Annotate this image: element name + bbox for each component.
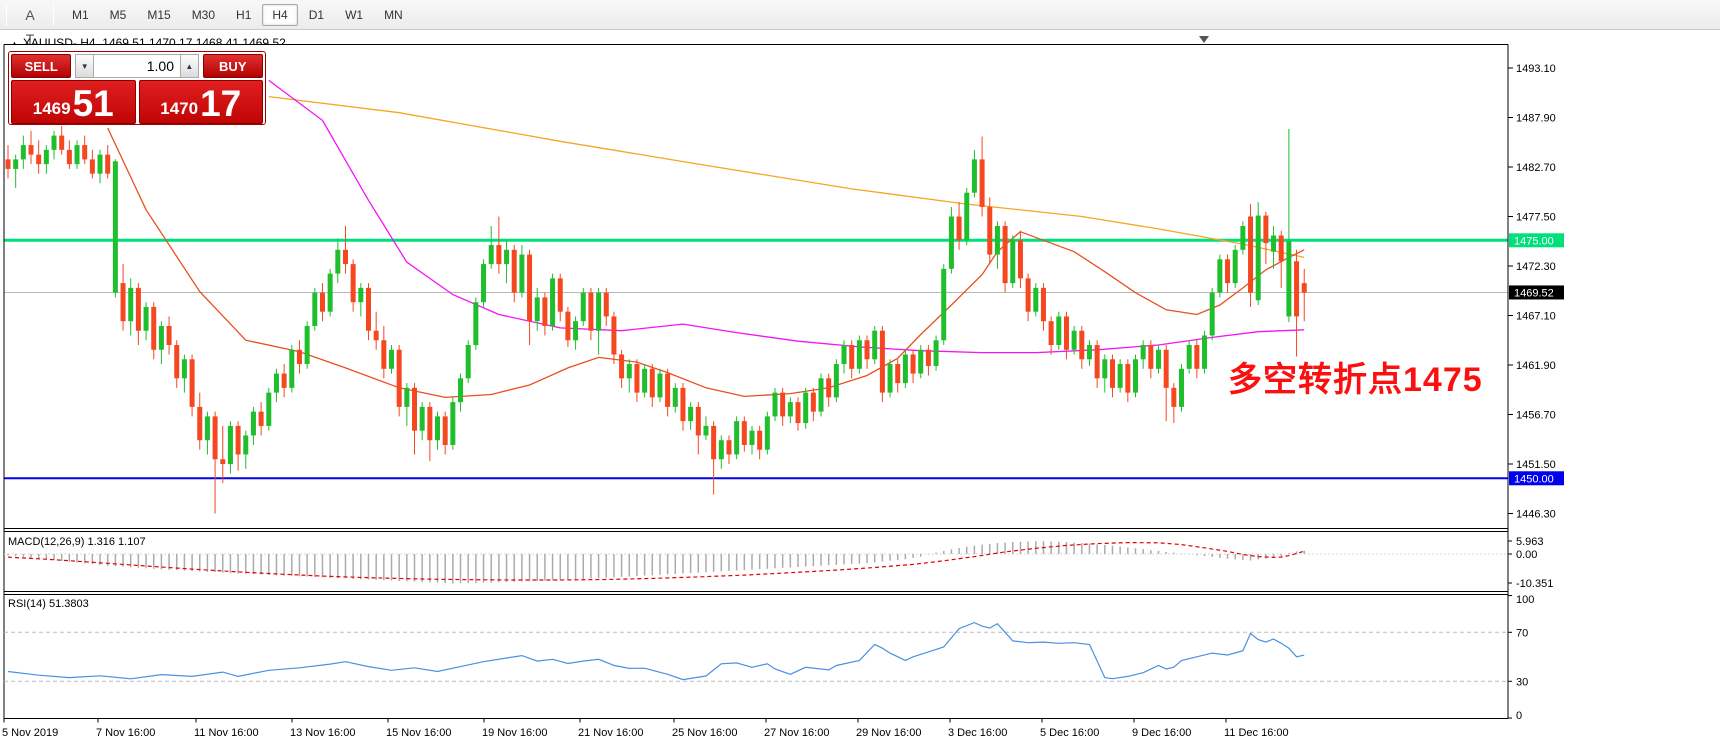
volume-down-button[interactable]: ▼ <box>75 54 94 78</box>
svg-text:1482.70: 1482.70 <box>1516 162 1556 174</box>
volume-up-button[interactable]: ▲ <box>180 54 199 78</box>
svg-text:1469.52: 1469.52 <box>1514 287 1554 299</box>
svg-text:1446.30: 1446.30 <box>1516 508 1556 520</box>
svg-text:13 Nov 16:00: 13 Nov 16:00 <box>290 727 355 739</box>
svg-text:1450.00: 1450.00 <box>1514 473 1554 485</box>
svg-text:-10.351: -10.351 <box>1516 578 1553 590</box>
svg-text:5.963: 5.963 <box>1516 536 1544 548</box>
svg-text:0.00: 0.00 <box>1516 549 1537 561</box>
chevron-down-icon: ▼ <box>81 62 89 71</box>
price-tag-current: 1469.52 <box>1509 285 1564 299</box>
svg-text:29 Nov 16:00: 29 Nov 16:00 <box>856 727 921 739</box>
chevron-up-icon: ▲ <box>185 62 193 71</box>
svg-text:3 Dec 16:00: 3 Dec 16:00 <box>948 727 1007 739</box>
svg-text:70: 70 <box>1516 627 1528 639</box>
time-axis[interactable]: 5 Nov 2019 7 Nov 16:00 11 Nov 16:00 13 Nov … <box>2 719 1289 740</box>
svg-text:27 Nov 16:00: 27 Nov 16:00 <box>764 727 829 739</box>
svg-text:1477.50: 1477.50 <box>1516 211 1556 223</box>
svg-text:1487.90: 1487.90 <box>1516 112 1556 124</box>
sell-price-display[interactable]: 1469 51 <box>11 80 136 124</box>
svg-text:30: 30 <box>1516 676 1528 688</box>
svg-text:5 Dec 16:00: 5 Dec 16:00 <box>1040 727 1099 739</box>
svg-text:1461.90: 1461.90 <box>1516 360 1556 372</box>
buy-price-pips: 17 <box>200 87 241 120</box>
volume-input[interactable] <box>94 54 180 78</box>
svg-text:21 Nov 16:00: 21 Nov 16:00 <box>578 727 643 739</box>
buy-price-display[interactable]: 1470 17 <box>139 80 264 124</box>
svg-text:5 Nov 2019: 5 Nov 2019 <box>2 727 58 739</box>
svg-text:25 Nov 16:00: 25 Nov 16:00 <box>672 727 737 739</box>
svg-text:7 Nov 16:00: 7 Nov 16:00 <box>96 727 155 739</box>
svg-text:11 Nov 16:00: 11 Nov 16:00 <box>194 727 259 739</box>
buy-price-main: 1470 <box>160 100 198 120</box>
svg-text:100: 100 <box>1516 594 1534 606</box>
rsi-indicator-label: RSI(14) 51.3803 <box>8 598 89 610</box>
shift-marker-icon[interactable] <box>1199 36 1209 43</box>
svg-text:9 Dec 16:00: 9 Dec 16:00 <box>1132 727 1191 739</box>
svg-text:15 Nov 16:00: 15 Nov 16:00 <box>386 727 451 739</box>
sell-price-pips: 51 <box>73 87 114 120</box>
svg-text:1493.10: 1493.10 <box>1516 63 1556 75</box>
price-tag-1450: 1450.00 <box>1509 471 1564 485</box>
svg-text:19 Nov 16:00: 19 Nov 16:00 <box>482 727 547 739</box>
one-click-trade-panel: SELL ▼ ▲ BUY 1469 51 1470 17 <box>8 51 266 125</box>
price-tag-1475: 1475.00 <box>1509 233 1564 247</box>
sell-button[interactable]: SELL <box>11 54 71 78</box>
svg-text:1467.10: 1467.10 <box>1516 310 1556 322</box>
chart-annotation-text: 多空转折点1475 <box>1228 352 1483 401</box>
svg-text:1472.30: 1472.30 <box>1516 261 1556 273</box>
svg-text:1475.00: 1475.00 <box>1514 235 1554 247</box>
svg-text:11 Dec 16:00: 11 Dec 16:00 <box>1224 727 1289 739</box>
svg-text:1456.70: 1456.70 <box>1516 409 1556 421</box>
sell-price-main: 1469 <box>33 100 71 120</box>
trading-terminal: ⌖E▤FAT⇅▾ M1M5M15M30H1H4D1W1MN ▲XAUUSD-,H… <box>0 0 1720 745</box>
svg-text:0: 0 <box>1516 710 1522 722</box>
buy-button[interactable]: BUY <box>203 54 263 78</box>
macd-indicator-label: MACD(12,26,9) 1.316 1.107 <box>8 536 146 548</box>
svg-text:1451.50: 1451.50 <box>1516 459 1556 471</box>
